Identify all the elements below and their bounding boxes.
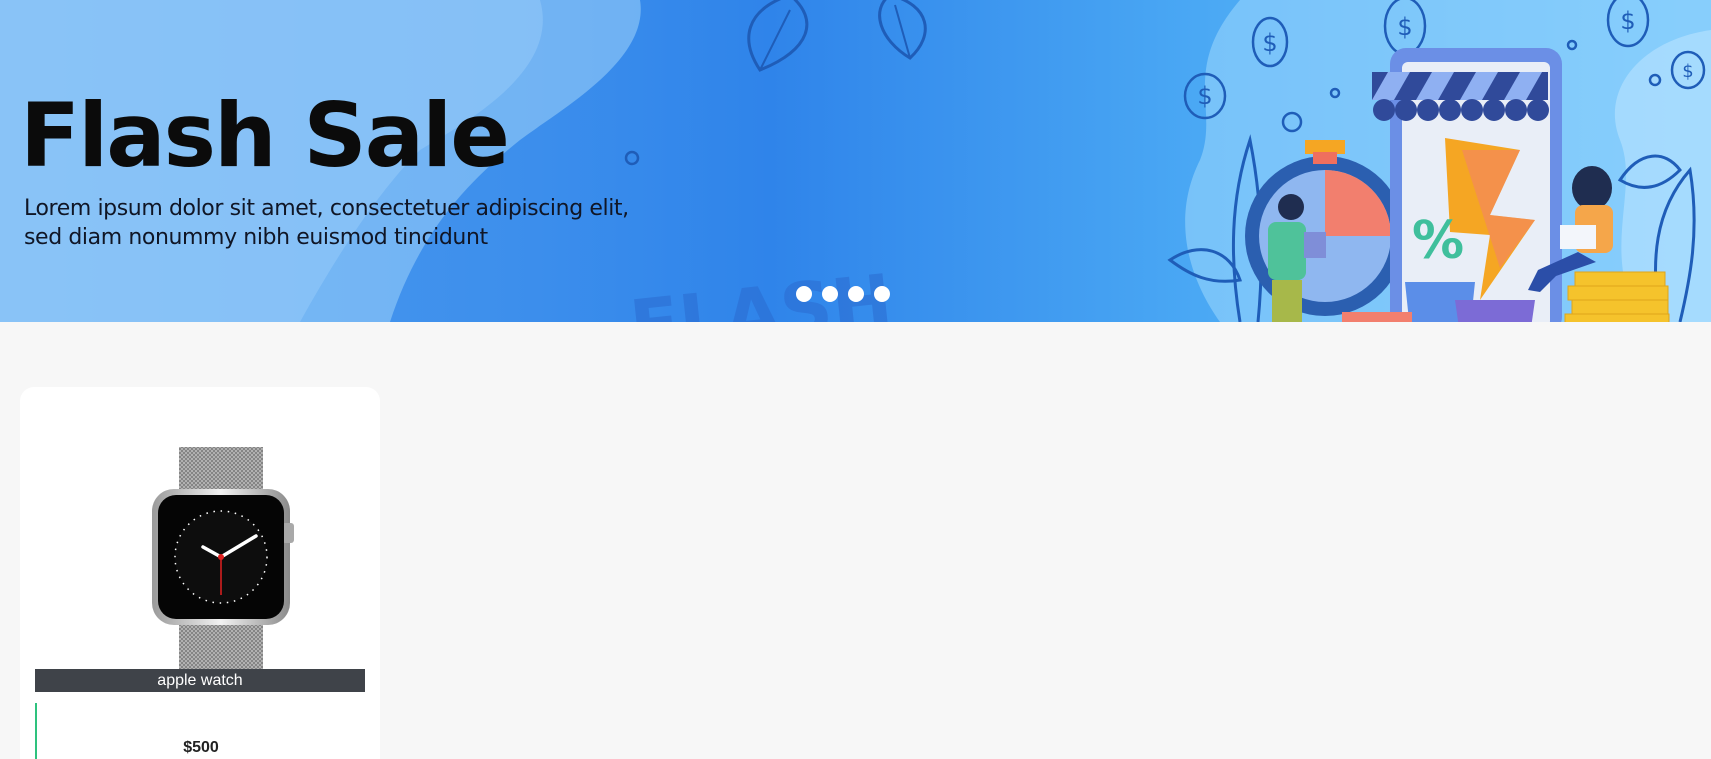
banner-subtitle: Lorem ipsum dolor sit amet, consectetuer… [24,196,629,250]
carousel-dot-2[interactable] [822,286,838,302]
apple-watch-image[interactable] [134,447,298,669]
carousel-dot-3[interactable] [848,286,864,302]
carousel-indicators [796,286,890,302]
svg-text:$: $ [1262,29,1277,57]
svg-text:$: $ [1197,82,1212,110]
banner-title: Flash Sale [20,84,510,187]
svg-text:$: $ [1397,13,1412,41]
carousel-dot-4[interactable] [874,286,890,302]
product-card[interactable]: apple watch $500 [20,387,380,759]
carousel-dot-1[interactable] [796,286,812,302]
product-price: $500 [183,739,219,756]
svg-text:$: $ [1620,7,1635,35]
product-name[interactable]: apple watch [35,669,365,692]
percent-sign: % [1412,211,1464,271]
svg-text:$: $ [1682,61,1693,82]
price-section: $500 [35,703,365,759]
hero-banner: FLASH $ $ $ $ $ % Flash Sale Lorem ipsum… [0,0,1711,322]
